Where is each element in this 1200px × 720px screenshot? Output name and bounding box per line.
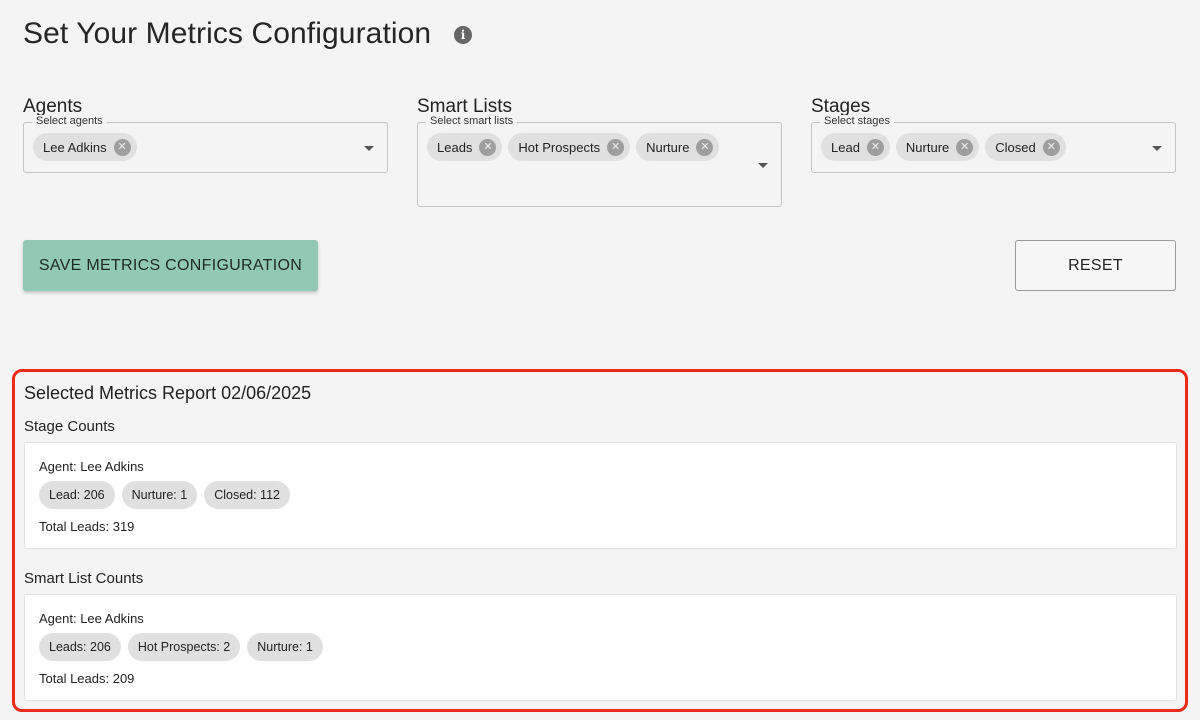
- stage-chip: Lead ✕: [821, 133, 890, 161]
- smart-list-chip-label: Leads: [437, 139, 473, 155]
- smart-list-chip-label: Hot Prospects: [518, 139, 601, 155]
- stage-chip-label: Nurture: [905, 139, 950, 155]
- agent-label: Agent: Lee Adkins: [39, 459, 144, 474]
- smart-list-counts-card: Agent: Lee Adkins Leads: 206 Hot Prospec…: [24, 594, 1177, 701]
- stage-count-chips: Lead: 206 Nurture: 1 Closed: 112: [39, 481, 290, 509]
- count-chip: Nurture: 1: [247, 633, 323, 661]
- info-icon[interactable]: i: [454, 26, 472, 44]
- count-chip: Leads: 206: [39, 633, 121, 661]
- total-leads: Total Leads: 319: [39, 519, 135, 534]
- close-circle-icon[interactable]: ✕: [866, 138, 884, 156]
- stage-chip: Closed ✕: [985, 133, 1066, 161]
- close-circle-icon[interactable]: ✕: [607, 138, 625, 156]
- stage-chip-label: Closed: [995, 139, 1036, 155]
- count-chip: Nurture: 1: [121, 481, 198, 509]
- stage-chip: Nurture ✕: [895, 133, 980, 161]
- close-circle-icon[interactable]: ✕: [956, 138, 974, 156]
- close-circle-icon[interactable]: ✕: [113, 138, 131, 156]
- close-circle-icon[interactable]: ✕: [479, 138, 497, 156]
- smart-list-chip: Leads ✕: [427, 133, 503, 161]
- smart-list-chip-label: Nurture: [646, 139, 690, 155]
- caret-down-icon[interactable]: [1152, 146, 1162, 151]
- report-title: Selected Metrics Report 02/06/2025: [24, 383, 312, 403]
- count-chip: Hot Prospects: 2: [127, 633, 241, 661]
- close-circle-icon[interactable]: ✕: [1042, 138, 1060, 156]
- caret-down-icon[interactable]: [364, 146, 374, 151]
- stages-select-legend: Select stages: [820, 115, 895, 127]
- smart-lists-field: Smart Lists Select smart lists Leads ✕ H…: [417, 96, 782, 207]
- agents-field: Agents Select agents Lee Adkins ✕: [23, 96, 388, 173]
- stage-counts-heading: Stage Counts: [24, 418, 115, 435]
- smart-list-counts-heading: Smart List Counts: [24, 570, 144, 587]
- smart-list-count-chips: Leads: 206 Hot Prospects: 2 Nurture: 1: [39, 633, 323, 661]
- save-metrics-button[interactable]: SAVE METRICS CONFIGURATION: [23, 240, 318, 291]
- stage-chip-label: Lead: [831, 139, 860, 155]
- agent-chip: Lee Adkins ✕: [33, 133, 137, 161]
- smart-lists-select[interactable]: Select smart lists Leads ✕ Hot Prospects…: [417, 115, 782, 207]
- agents-select[interactable]: Select agents Lee Adkins ✕: [23, 115, 388, 173]
- reset-button[interactable]: RESET: [1015, 240, 1176, 291]
- page-title: Set Your Metrics Configuration: [23, 17, 432, 50]
- count-chip: Closed: 112: [204, 481, 290, 509]
- smart-lists-select-legend: Select smart lists: [426, 115, 518, 127]
- caret-down-icon[interactable]: [758, 163, 768, 168]
- close-circle-icon[interactable]: ✕: [696, 138, 714, 156]
- agent-label: Agent: Lee Adkins: [39, 611, 144, 626]
- agent-chip-label: Lee Adkins: [43, 139, 107, 155]
- smart-list-chip: Hot Prospects ✕: [508, 133, 631, 161]
- stages-field: Stages Select stages Lead ✕ Nurture ✕ Cl…: [811, 96, 1176, 173]
- metrics-report: Selected Metrics Report 02/06/2025 Stage…: [12, 369, 1188, 712]
- agents-select-legend: Select agents: [32, 115, 107, 127]
- count-chip: Lead: 206: [39, 481, 115, 509]
- total-leads: Total Leads: 209: [39, 671, 135, 686]
- stages-select[interactable]: Select stages Lead ✕ Nurture ✕ Closed ✕: [811, 115, 1176, 173]
- stage-counts-card: Agent: Lee Adkins Lead: 206 Nurture: 1 C…: [24, 442, 1177, 549]
- smart-list-chip: Nurture ✕: [636, 133, 720, 161]
